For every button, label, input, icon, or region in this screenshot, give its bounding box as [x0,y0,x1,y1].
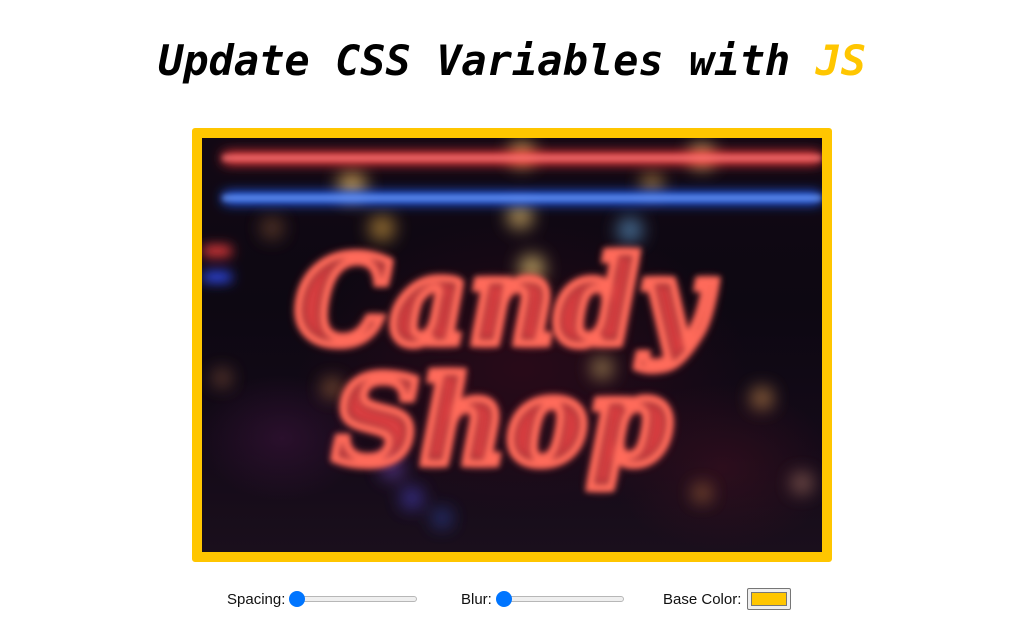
spacing-slider-track[interactable] [291,596,418,602]
base-color-label: Base Color: [663,590,742,608]
base-color-picker[interactable] [747,588,792,610]
spacing-label: Spacing: [227,590,286,608]
page-title: Update CSS Variables with JS [0,34,1024,88]
spacing-slider[interactable] [289,591,419,607]
blur-slider-thumb[interactable] [495,591,512,607]
base-color-swatch[interactable] [751,592,788,606]
title-text: Update CSS Variables with [157,36,816,85]
image-frame: Candy Shop Candy Shop [192,128,832,562]
blur-slider-track[interactable] [497,596,624,602]
blur-slider[interactable] [495,591,626,607]
controls-bar: Spacing: Blur: Base Color: [0,582,1024,616]
base-color-control: Base Color: [663,582,792,616]
spacing-control: Spacing: [227,582,419,616]
neon-sign-graphic: Candy Shop Candy Shop [202,142,822,526]
title-highlight: JS [815,36,867,85]
blur-control: Blur: [461,582,626,616]
blur-label: Blur: [461,590,492,608]
spacing-slider-thumb[interactable] [289,591,306,607]
svg-text:Shop: Shop [333,351,671,492]
candy-shop-photo: Candy Shop Candy Shop [202,138,822,552]
page: Update CSS Variables with JS Candy Shop … [0,0,1024,640]
